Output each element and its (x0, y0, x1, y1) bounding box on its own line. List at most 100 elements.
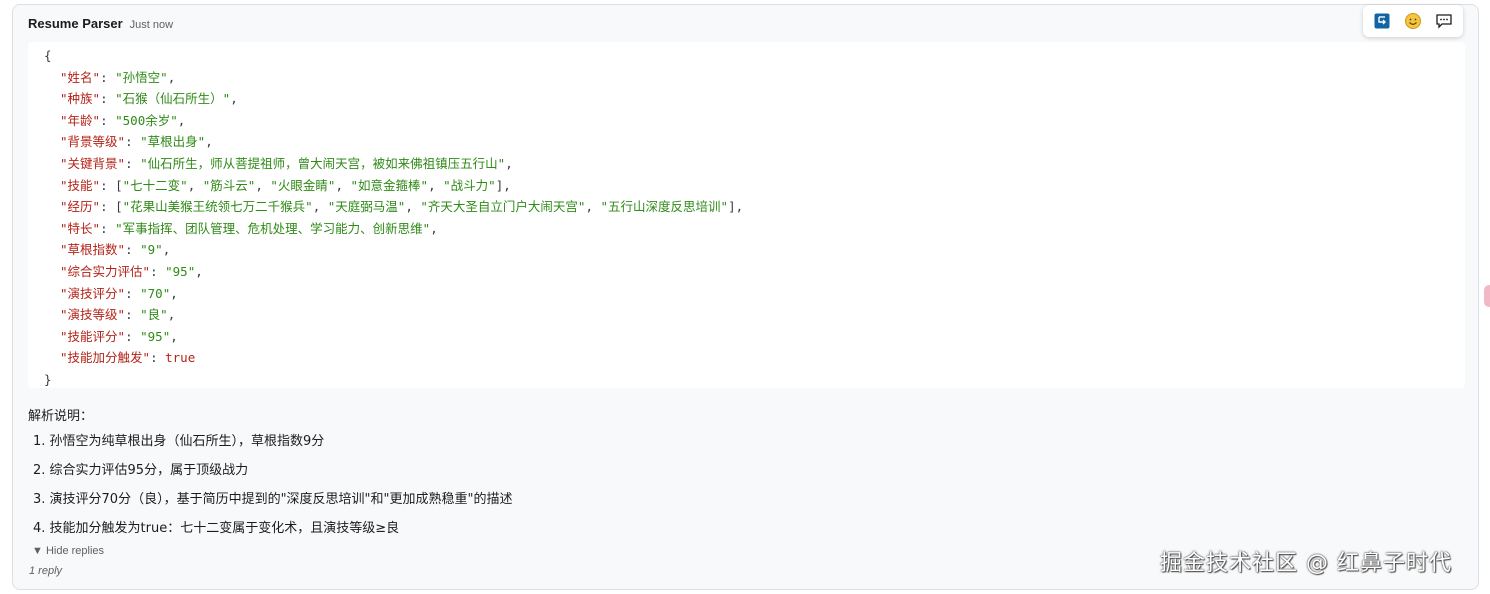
json-comma: , (405, 199, 421, 215)
json-comma: , (177, 112, 186, 128)
json-colon: : (100, 91, 116, 107)
json-colon: : (100, 69, 116, 85)
json-comma: , (503, 177, 511, 193)
comment-icon (1435, 14, 1452, 29)
author-name[interactable]: Resume Parser (28, 16, 123, 31)
json-array-item: "花果山美猴王统领七万二千猴兵" (122, 199, 313, 215)
json-value: "95" (165, 264, 196, 279)
close-brace: } (44, 372, 52, 387)
json-array-item: "火眼金睛" (270, 177, 336, 193)
json-comma: , (187, 177, 203, 193)
code-line: "技能加分触发": true (60, 347, 195, 368)
json-comma: , (167, 69, 176, 85)
message-card: Resume Parser Just now {"姓名": "孙悟空", "种… (12, 4, 1479, 590)
json-comma: , (335, 177, 351, 193)
json-colon: : (150, 350, 166, 366)
code-line: "演技评分": "70", (60, 283, 178, 304)
json-value: "草根出身" (140, 134, 206, 150)
explanation-item: 3. 演技评分70分（良），基于简历中提到的"深度反思培训"和"更加成熟稳重"的… (33, 492, 513, 507)
json-key: "特长" (60, 220, 101, 236)
json-colon: : (125, 156, 141, 171)
json-key: "姓名" (60, 69, 101, 85)
json-comma: , (428, 177, 444, 193)
explanation-item: 2. 综合实力评估95分，属于顶级战力 (33, 463, 249, 478)
json-value: "9" (140, 242, 163, 258)
open-brace: { (44, 48, 52, 63)
json-colon: : (125, 328, 141, 344)
json-colon: : (125, 285, 141, 301)
json-array-item: "齐天大圣自立门户大闹天宫" (420, 199, 586, 215)
json-comma: , (170, 328, 178, 344)
json-key: "种族" (60, 91, 101, 107)
json-key: "技能" (60, 177, 101, 193)
json-array-item: "筋斗云" (202, 177, 256, 193)
reply-count[interactable]: 1 reply (29, 565, 62, 577)
json-value: "仙石所生，师从菩提祖师，曾大闹天宫，被如来佛祖镇压五行山" (140, 156, 506, 171)
code-line: "关键背景": "仙石所生，师从菩提祖师，曾大闹天宫，被如来佛祖镇压五行山", (60, 153, 513, 174)
json-array-item: "天庭弼马温" (327, 199, 406, 215)
json-comma: , (735, 199, 744, 215)
code-line: "姓名": "孙悟空", (60, 67, 175, 88)
json-value: "石猴（仙石所生）" (115, 91, 231, 107)
json-colon: : (150, 264, 166, 279)
code-line: "技能评分": "95", (60, 326, 178, 347)
json-comma: , (312, 199, 328, 215)
json-key: "技能评分" (60, 328, 126, 344)
json-value: true (165, 350, 196, 366)
json-comma: , (162, 242, 171, 258)
json-key: "演技等级" (60, 307, 126, 323)
json-code-block[interactable]: {"姓名": "孙悟空", "种族": "石猴（仙石所生）", "年龄": "500… (28, 42, 1465, 388)
message-timestamp[interactable]: Just now (130, 19, 173, 31)
json-value: "95" (140, 328, 171, 344)
json-comma: , (195, 264, 203, 279)
json-key: "关键背景" (60, 156, 126, 171)
json-comma: , (170, 285, 178, 301)
json-array-item: "五行山深度反思培训" (600, 199, 729, 215)
json-colon: : (100, 177, 116, 193)
json-value: "军事指挥、团队管理、危机处理、学习能力、创新思维" (115, 220, 431, 236)
json-value: "70" (140, 285, 171, 301)
json-colon: : (100, 220, 116, 236)
json-comma: , (255, 177, 271, 193)
json-bracket: [ (115, 177, 123, 193)
json-key: "年龄" (60, 112, 101, 128)
code-line: "年龄": "500余岁", (60, 110, 185, 131)
json-colon: : (125, 307, 141, 323)
json-comma: , (505, 156, 513, 171)
json-key: "背景等级" (60, 134, 126, 150)
json-key: "技能加分触发" (60, 350, 151, 366)
add-reaction-button[interactable] (1401, 9, 1425, 33)
code-line: "经历": ["花果山美猴王统领七万二千猴兵", "天庭弼马温", "齐天大圣自… (60, 196, 743, 217)
emoji-icon (1404, 13, 1421, 29)
json-key: "演技评分" (60, 285, 126, 301)
code-line: "草根指数": "9", (60, 239, 170, 260)
code-line: "背景等级": "草根出身", (60, 131, 213, 152)
code-line: "演技等级": "良", (60, 304, 175, 325)
json-comma: , (430, 220, 438, 236)
json-array-item: "如意金箍棒" (350, 177, 429, 193)
code-line: "技能": ["七十二变", "筋斗云", "火眼金睛", "如意金箍棒", "… (60, 175, 511, 196)
code-line: { (44, 45, 52, 66)
reply-arrow-icon (1374, 13, 1390, 29)
json-comma: , (230, 91, 238, 107)
json-value: "良" (140, 307, 168, 323)
message-actions-toolbar (1363, 5, 1463, 37)
json-comma: , (585, 199, 601, 215)
json-colon: : (125, 242, 141, 258)
json-array-item: "战斗力" (443, 177, 496, 193)
code-line: "特长": "军事指挥、团队管理、危机处理、学习能力、创新思维", (60, 218, 438, 239)
scroll-indicator (1484, 285, 1490, 307)
watermark: 掘金技术社区 @ 红鼻子时代 (1160, 551, 1452, 576)
explanation-title: 解析说明： (28, 409, 94, 424)
json-value: "孙悟空" (115, 69, 168, 85)
explanation-item: 1. 孙悟空为纯草根出身（仙石所生），草根指数9分 (33, 434, 325, 449)
json-value: "500余岁" (115, 112, 178, 128)
json-key: "经历" (60, 199, 101, 215)
json-colon: : (125, 134, 141, 150)
code-line: } (44, 369, 52, 390)
reply-button[interactable] (1370, 9, 1394, 33)
json-array-item: "七十二变" (122, 177, 188, 193)
comment-button[interactable] (1432, 9, 1456, 33)
json-comma: , (205, 134, 213, 150)
hide-replies-link[interactable]: ▼ Hide replies (32, 545, 104, 557)
